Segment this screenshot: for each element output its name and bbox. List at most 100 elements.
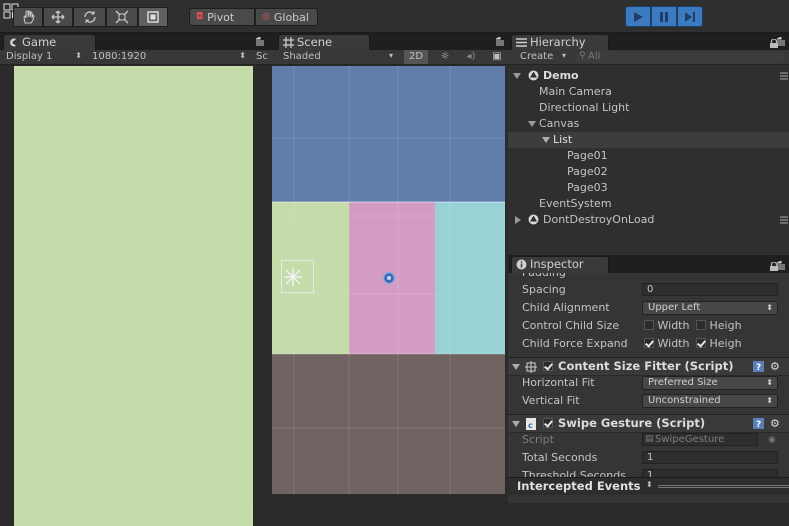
hierarchy-search-input[interactable]: ⚲ All xyxy=(576,51,784,63)
script-field[interactable]: ▤ SwipeGesture xyxy=(642,433,758,446)
intercepted-events-label: Intercepted Events xyxy=(517,479,641,493)
svg-text:?: ? xyxy=(756,420,761,429)
hierarchy-menu-icon[interactable] xyxy=(777,37,785,46)
tab-scene[interactable]: Scene xyxy=(278,34,370,51)
light-gizmo-icon[interactable] xyxy=(282,266,304,288)
hierarchy-item-list[interactable]: List xyxy=(508,132,789,148)
hierarchy-item-page02[interactable]: Page02 xyxy=(508,164,789,180)
hierarchy-item-label: Page02 xyxy=(567,165,608,178)
collapse-arrow-icon[interactable] xyxy=(514,216,522,224)
tab-hierarchy[interactable]: Hierarchy xyxy=(511,34,609,51)
spacing-field[interactable]: 0 xyxy=(642,283,778,296)
step-button[interactable] xyxy=(677,6,703,27)
effects-toggle-icon[interactable]: ▣ xyxy=(490,50,504,64)
global-toggle[interactable]: ◎ Global xyxy=(255,8,318,26)
child-alignment-dropdown[interactable]: Upper Left ⬍ xyxy=(642,301,778,315)
vertical-fit-row: Vertical Fit Unconstrained ⬍ xyxy=(508,392,789,410)
move-tool-button[interactable] xyxy=(43,7,73,27)
scene-menu-icon[interactable] xyxy=(780,216,788,224)
tab-inspector[interactable]: Inspector xyxy=(511,256,609,273)
audio-toggle-icon[interactable]: ◂) xyxy=(464,50,478,64)
game-panel-menu-icon[interactable] xyxy=(256,37,264,46)
resolution-dropdown[interactable]: 1080:1920 ⬍ xyxy=(92,51,250,62)
hierarchy-tree: Demo Main Camera Directional Light Canva… xyxy=(508,67,789,255)
step-icon xyxy=(685,11,695,22)
rotate-tool-button[interactable] xyxy=(73,7,106,27)
total-seconds-row: Total Seconds 1 xyxy=(508,449,789,467)
rect-tool-button[interactable] xyxy=(138,7,168,27)
hierarchy-tab-label: Hierarchy xyxy=(530,35,586,49)
expand-arrow-icon[interactable] xyxy=(542,136,550,144)
2d-mode-toggle[interactable]: 2D xyxy=(404,50,428,64)
help-book-icon[interactable]: ? xyxy=(753,418,764,429)
expand-height-toggle[interactable]: Heigh xyxy=(696,335,742,353)
control-height-toggle[interactable]: Heigh xyxy=(696,317,742,335)
height-label: Heigh xyxy=(709,319,742,332)
scale-label[interactable]: Sc xyxy=(256,51,268,62)
gear-icon[interactable]: ⚙ xyxy=(770,358,780,375)
resolution-label: 1080:1920 xyxy=(92,51,147,62)
hierarchy-item-eventsystem[interactable]: EventSystem xyxy=(508,196,789,212)
pivot-label: Pivot xyxy=(207,10,235,24)
inspector-tabbar: Inspector xyxy=(508,255,789,273)
pause-button[interactable] xyxy=(651,6,677,27)
dropdown-arrow-icon: ▾ xyxy=(388,51,393,60)
global-label: Global xyxy=(273,10,309,24)
tab-game[interactable]: Game xyxy=(3,34,96,51)
component-enabled-checkbox[interactable] xyxy=(543,361,553,371)
expand-arrow-icon[interactable] xyxy=(512,420,520,428)
play-button[interactable] xyxy=(625,6,651,27)
vertical-fit-dropdown[interactable]: Unconstrained ⬍ xyxy=(642,394,778,408)
inspector-menu-icon[interactable] xyxy=(777,261,785,270)
total-seconds-field[interactable]: 1 xyxy=(642,451,778,464)
expand-arrow-icon[interactable] xyxy=(528,120,536,128)
gear-icon[interactable]: ⚙ xyxy=(770,415,780,432)
object-picker-icon[interactable]: ◉ xyxy=(768,431,776,449)
hierarchy-item-directional-light[interactable]: Directional Light xyxy=(508,100,789,116)
scale-icon xyxy=(115,10,129,24)
intercepted-events-bar[interactable]: Intercepted Events ⬍ xyxy=(508,477,789,495)
width-label: Width xyxy=(657,319,690,332)
hierarchy-item-page01[interactable]: Page01 xyxy=(508,148,789,164)
swipe-gesture-label: Swipe Gesture (Script) xyxy=(558,416,706,430)
hand-tool-button[interactable] xyxy=(13,7,43,27)
component-enabled-checkbox[interactable] xyxy=(543,418,553,428)
lighting-toggle-icon[interactable]: ☼ xyxy=(438,50,452,64)
resize-handle[interactable] xyxy=(658,485,789,488)
create-dropdown[interactable]: Create ▾ xyxy=(520,51,570,62)
search-placeholder: All xyxy=(588,51,601,62)
unity-scene-icon xyxy=(528,70,539,81)
inspector-tab-label: Inspector xyxy=(530,257,584,271)
game-tab-icon xyxy=(10,38,16,47)
checkbox[interactable] xyxy=(696,320,706,330)
checkbox-checked[interactable] xyxy=(696,338,706,348)
display-dropdown[interactable]: Display 1 ⬍ xyxy=(6,51,86,62)
control-width-toggle[interactable]: Width xyxy=(644,317,689,335)
expand-width-toggle[interactable]: Width xyxy=(644,335,689,353)
help-book-icon[interactable]: ? xyxy=(753,361,764,372)
scene-menu-icon[interactable] xyxy=(780,72,788,80)
scale-tool-button[interactable] xyxy=(106,7,138,27)
scene-panel-menu-icon[interactable] xyxy=(496,37,504,46)
checkbox[interactable] xyxy=(644,320,654,330)
horizontal-fit-label: Horizontal Fit xyxy=(522,376,595,389)
game-tabbar: Game xyxy=(0,33,268,51)
game-view[interactable] xyxy=(14,66,253,526)
hierarchy-item-demo[interactable]: Demo xyxy=(508,68,789,84)
expand-arrow-icon[interactable] xyxy=(512,363,520,371)
hierarchy-item-canvas[interactable]: Canvas xyxy=(508,116,789,132)
create-label: Create xyxy=(520,51,554,62)
shading-dropdown[interactable]: Shaded ▾ xyxy=(283,51,395,62)
horizontal-fit-dropdown[interactable]: Preferred Size ⬍ xyxy=(642,376,778,390)
hierarchy-item-dontdestroyonload[interactable]: DontDestroyOnLoad xyxy=(508,212,789,228)
checkbox-checked[interactable] xyxy=(644,338,654,348)
hierarchy-item-page03[interactable]: Page03 xyxy=(508,180,789,196)
scene-control-bar: Shaded ▾ 2D ☼ ◂) ▣ xyxy=(268,50,508,65)
pivot-toggle[interactable]: ◘ Pivot xyxy=(189,8,255,26)
expand-arrow-icon[interactable] xyxy=(513,72,521,80)
pivot-handle-icon[interactable] xyxy=(382,271,396,285)
hierarchy-tabbar: Hierarchy xyxy=(508,33,789,51)
hierarchy-item-main-camera[interactable]: Main Camera xyxy=(508,84,789,100)
scene-view[interactable] xyxy=(272,66,505,494)
hierarchy-item-label: DontDestroyOnLoad xyxy=(543,213,655,226)
